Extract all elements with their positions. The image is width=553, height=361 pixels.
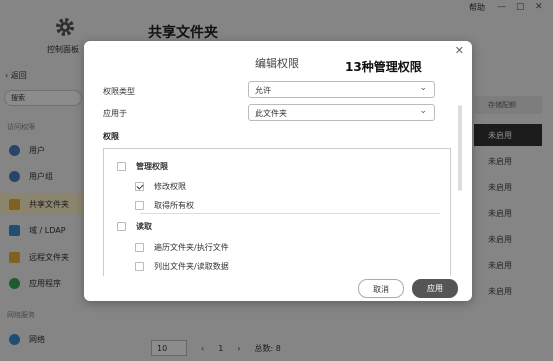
permission-manage-group[interactable]: 管理权限 xyxy=(117,161,168,172)
permission-type-value: 允许 xyxy=(255,86,271,95)
permission-type-label: 权限类型 xyxy=(103,87,135,96)
annotation-text: 13种管理权限 xyxy=(345,60,422,74)
permission-label: 管理权限 xyxy=(136,162,168,171)
permission-label: 取得所有权 xyxy=(154,201,194,210)
permission-label: 读取 xyxy=(136,222,152,231)
permissions-list: 管理权限 修改权限 取得所有权 读取 遍历文件夹/执行文件 列出文件夹/读取数据 xyxy=(103,148,451,276)
permission-read-group[interactable]: 读取 xyxy=(117,221,152,232)
checkbox[interactable] xyxy=(135,262,144,271)
permission-traverse[interactable]: 遍历文件夹/执行文件 xyxy=(135,242,229,253)
edit-permissions-dialog: ✕ 编辑权限 权限类型 允许 ⌄ 应用于 此文件夹 ⌄ 权限 管理权限 修改权限… xyxy=(84,41,472,301)
dialog-title: 编辑权限 xyxy=(255,57,299,70)
cancel-button[interactable]: 取消 xyxy=(358,279,404,298)
checkbox[interactable] xyxy=(135,243,144,252)
permissions-heading: 权限 xyxy=(103,132,119,141)
apply-to-label: 应用于 xyxy=(103,109,127,118)
apply-button[interactable]: 应用 xyxy=(412,279,458,298)
checkbox[interactable] xyxy=(117,222,126,231)
permission-label: 列出文件夹/读取数据 xyxy=(154,262,229,271)
checkbox[interactable] xyxy=(135,201,144,210)
checkbox[interactable] xyxy=(117,162,126,171)
permission-label: 遍历文件夹/执行文件 xyxy=(154,243,229,252)
permission-label: 修改权限 xyxy=(154,182,186,191)
divider xyxy=(140,213,440,214)
permission-modify[interactable]: 修改权限 xyxy=(135,181,186,192)
checkbox[interactable] xyxy=(135,182,144,191)
chevron-down-icon: ⌄ xyxy=(419,83,427,93)
apply-to-select[interactable]: 此文件夹 ⌄ xyxy=(248,104,435,121)
permission-take-ownership[interactable]: 取得所有权 xyxy=(135,200,194,211)
chevron-down-icon: ⌄ xyxy=(419,106,427,116)
permission-type-select[interactable]: 允许 ⌄ xyxy=(248,81,435,98)
close-icon[interactable]: ✕ xyxy=(455,44,464,57)
dialog-scrollbar[interactable] xyxy=(458,105,462,191)
permission-list-read[interactable]: 列出文件夹/读取数据 xyxy=(135,261,229,272)
apply-to-value: 此文件夹 xyxy=(255,109,287,118)
